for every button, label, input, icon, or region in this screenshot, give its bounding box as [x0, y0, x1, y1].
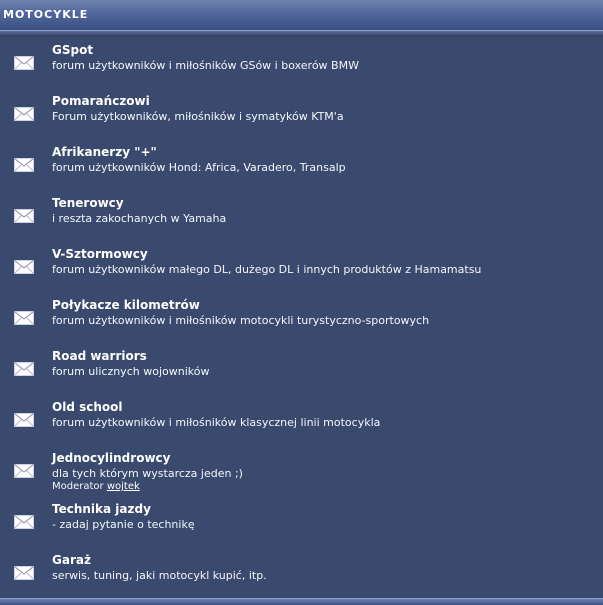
forum-moderator: Moderator wojtek — [52, 481, 140, 492]
forum-description: dla tych którym wystarcza jeden ;) — [52, 467, 243, 480]
forum-row[interactable]: Road warriors forum ulicznych wojowników — [0, 343, 603, 394]
envelope-icon — [14, 412, 34, 427]
envelope-icon — [14, 565, 34, 580]
forum-name-link[interactable]: Garaż — [52, 553, 91, 567]
envelope-icon — [14, 157, 34, 172]
forum-row[interactable]: GSpot forum użytkowników i miłośników GSó… — [0, 37, 603, 88]
forum-name-link[interactable]: Pomarańczowi — [52, 94, 150, 108]
moderator-label: Moderator — [52, 481, 104, 492]
envelope-icon — [14, 463, 34, 478]
envelope-icon — [14, 514, 34, 529]
forum-description: forum ulicznych wojowników — [52, 365, 210, 378]
envelope-icon — [14, 310, 34, 325]
forum-description: serwis, tuning, jaki motocykl kupić, itp… — [52, 569, 267, 582]
forum-description: forum użytkowników małego DL, dużego DL … — [52, 263, 482, 276]
category-title: MOTOCYKLE — [3, 8, 89, 21]
forum-name-link[interactable]: Afrikanerzy "+" — [52, 145, 157, 159]
forum-description: Forum użytkowników, miłośników i symatyk… — [52, 110, 344, 123]
forum-description: - zadaj pytanie o technikę — [52, 518, 195, 531]
envelope-icon — [14, 106, 34, 121]
envelope-icon — [14, 55, 34, 70]
forum-description: forum użytkowników i miłośników GSów i b… — [52, 59, 359, 72]
forum-row[interactable]: Połykacze kilometrów forum użytkowników i… — [0, 292, 603, 343]
forum-name-link[interactable]: Jednocylindrowcy — [52, 451, 170, 465]
forum-name-link[interactable]: Technika jazdy — [52, 502, 151, 516]
category-header: MOTOCYKLE — [0, 0, 603, 31]
forum-name-link[interactable]: Old school — [52, 400, 122, 414]
moderator-link[interactable]: wojtek — [107, 481, 140, 492]
forum-name-link[interactable]: V-Sztormowcy — [52, 247, 148, 261]
forum-description: forum użytkowników Hond: Africa, Varader… — [52, 161, 346, 174]
forum-name-link[interactable]: Road warriors — [52, 349, 147, 363]
forum-row[interactable]: Afrikanerzy "+" forum użytkowników Hond: … — [0, 139, 603, 190]
forum-name-link[interactable]: Połykacze kilometrów — [52, 298, 200, 312]
envelope-icon — [14, 361, 34, 376]
forum-name-link[interactable]: Tenerowcy — [52, 196, 124, 210]
forum-row[interactable]: Garaż serwis, tuning, jaki motocykl kupić… — [0, 547, 603, 598]
forum-row[interactable]: Jednocylindrowcy dla tych którym wystarcz… — [0, 445, 603, 496]
forum-name-link[interactable]: GSpot — [52, 43, 93, 57]
forum-row[interactable]: V-Sztormowcy forum użytkowników małego DL… — [0, 241, 603, 292]
forum-description: i reszta zakochanych w Yamaha — [52, 212, 227, 225]
envelope-icon — [14, 208, 34, 223]
category-footer — [0, 598, 603, 605]
forum-row[interactable]: Technika jazdy - zadaj pytanie o technikę — [0, 496, 603, 547]
forum-row[interactable]: Pomarańczowi Forum użytkowników, miłośnik… — [0, 88, 603, 139]
envelope-icon — [14, 259, 34, 274]
forum-row[interactable]: Old school forum użytkowników i miłośnikó… — [0, 394, 603, 445]
forum-description: forum użytkowników i miłośników klasyczn… — [52, 416, 381, 429]
forum-row[interactable]: Tenerowcy i reszta zakochanych w Yamaha — [0, 190, 603, 241]
forum-description: forum użytkowników i miłośników motocykl… — [52, 314, 430, 327]
